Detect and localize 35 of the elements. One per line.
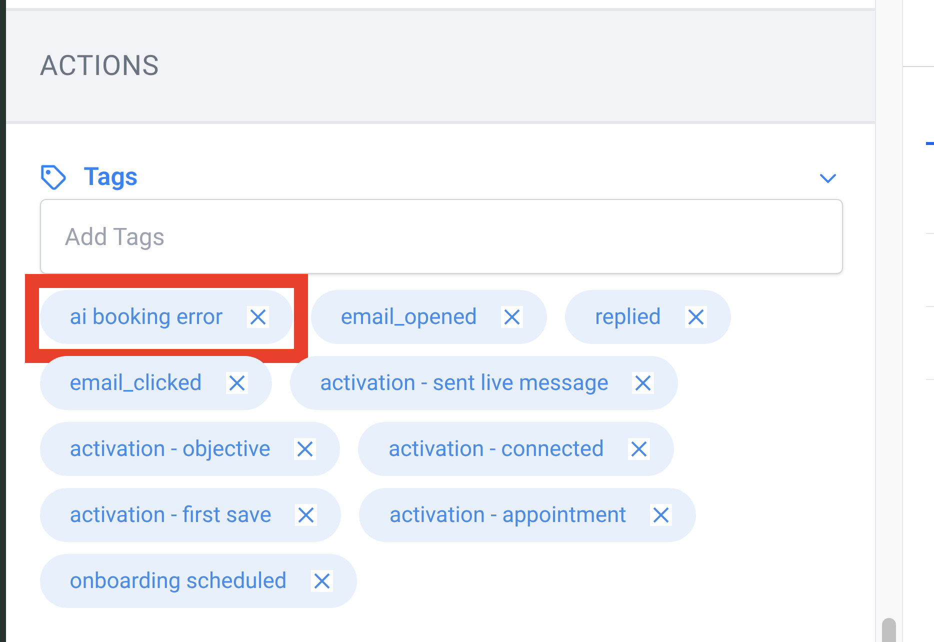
remove-tag-button[interactable]	[294, 438, 316, 460]
tag-icon	[40, 164, 68, 192]
close-icon	[248, 308, 267, 326]
remove-tag-button[interactable]	[685, 306, 708, 328]
close-icon	[630, 440, 648, 458]
tag-label: ai booking error	[70, 304, 223, 332]
close-icon	[687, 308, 706, 326]
tags-input-field[interactable]: Add Tags	[40, 199, 843, 274]
tag-label: email_clicked	[70, 370, 202, 398]
remove-tag-button[interactable]	[246, 306, 269, 328]
close-icon	[634, 374, 652, 392]
close-icon	[297, 506, 316, 524]
scrollbar-thumb[interactable]	[882, 618, 896, 642]
tag-label: onboarding scheduled	[70, 568, 287, 596]
remove-tag-button[interactable]	[295, 504, 318, 526]
remove-tag-button[interactable]	[632, 372, 654, 394]
close-icon	[652, 506, 670, 524]
remove-tag-button[interactable]	[650, 504, 672, 526]
close-icon	[503, 308, 522, 326]
tag-label: activation - appointment	[389, 502, 626, 530]
close-icon	[228, 374, 246, 392]
remove-tag-button[interactable]	[501, 306, 524, 328]
tag-label: email_opened	[340, 304, 478, 332]
remove-tag-button[interactable]	[628, 438, 650, 460]
close-icon	[296, 440, 314, 458]
tag-label: activation - objective	[70, 436, 270, 464]
tag-label: activation - connected	[388, 436, 604, 464]
tags-title: Tags	[84, 162, 138, 194]
remove-tag-button[interactable]	[226, 372, 248, 394]
close-icon	[312, 572, 331, 590]
tag-label: activation - sent live message	[320, 370, 608, 398]
tag-label: activation - first save	[70, 502, 272, 530]
tag-label: replied	[595, 304, 662, 332]
section-title: ACTIONS	[40, 48, 160, 84]
remove-tag-button[interactable]	[310, 570, 333, 592]
